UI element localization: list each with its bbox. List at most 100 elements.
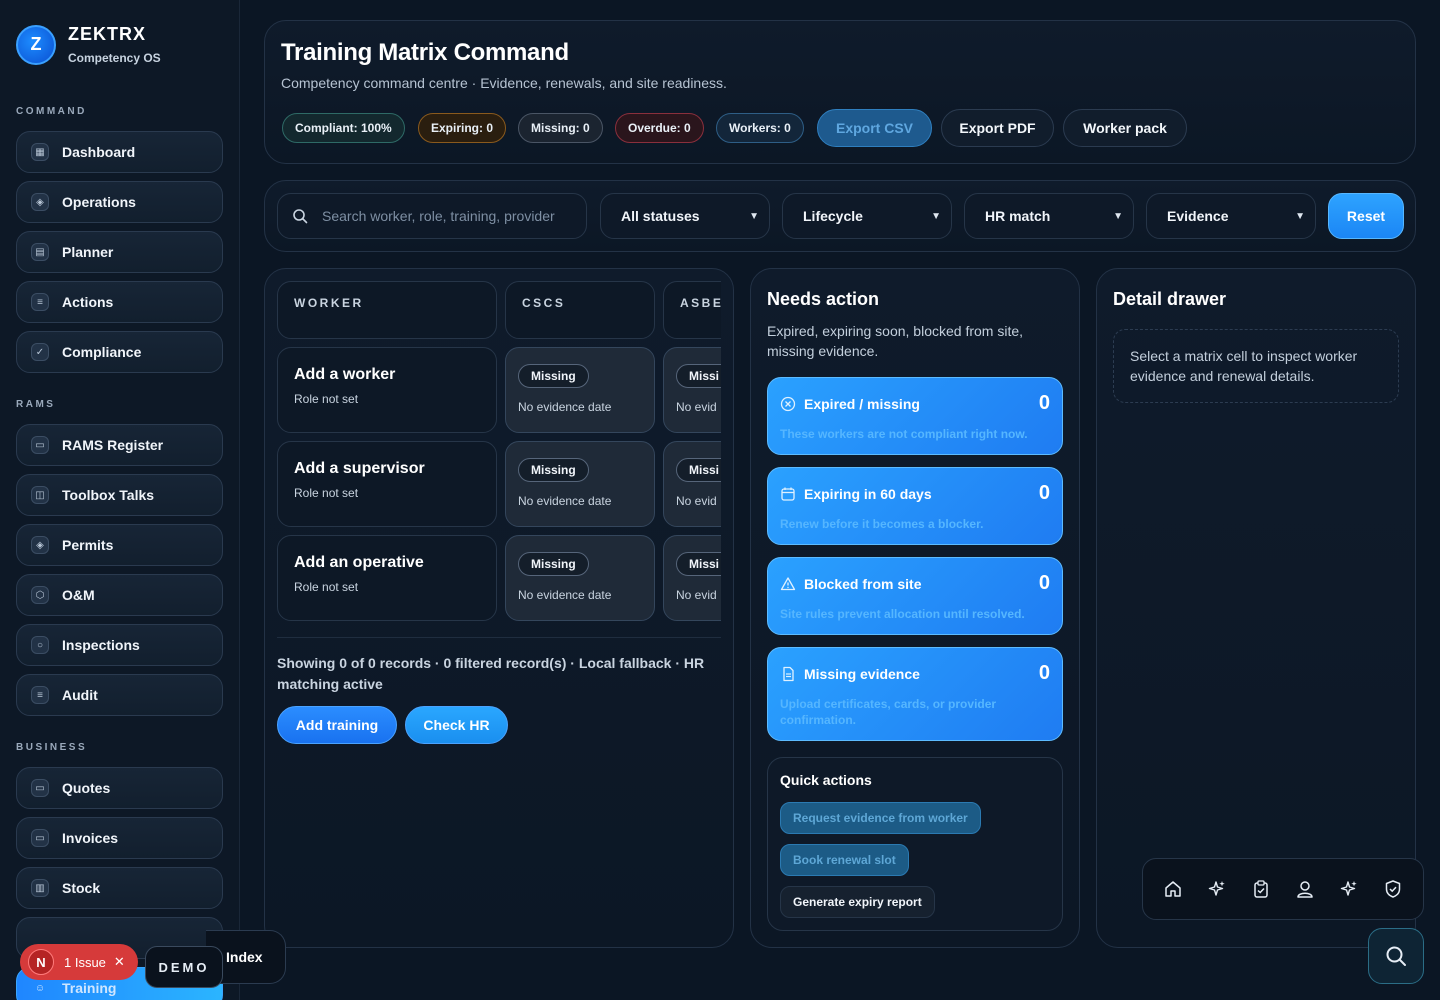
worker-row-cell[interactable]: Add a supervisor Role not set [277, 441, 497, 527]
user-badge-icon[interactable] [1294, 878, 1316, 900]
evidence-select-value: Evidence [1167, 208, 1229, 224]
export-pdf-button[interactable]: Export PDF [941, 109, 1054, 147]
hr-match-select[interactable]: HR match ▼ [964, 193, 1134, 239]
search-input[interactable] [322, 208, 572, 224]
people-icon: ☺ [34, 982, 46, 994]
page-subtitle: Competency command centre · Evidence, re… [281, 75, 727, 91]
sidebar-item-planner[interactable]: ▤ Planner [16, 231, 223, 273]
home-icon[interactable] [1162, 878, 1184, 900]
issue-count: 1 Issue [64, 954, 106, 970]
worker-role: Role not set [294, 580, 359, 594]
chevron-down-icon: ▼ [931, 210, 941, 222]
overdue-chip: Overdue: 0 [615, 113, 704, 143]
compliant-chip: Compliant: 100% [282, 113, 405, 143]
sidebar-item-permits[interactable]: ◈ Permits [16, 524, 223, 566]
status-badge: Missing [518, 364, 589, 388]
close-icon[interactable]: ✕ [114, 954, 125, 970]
alert-description: Site rules prevent allocation until reso… [780, 607, 1025, 621]
brand[interactable]: Z ZEKTRX Competency OS [16, 24, 161, 65]
book-renewal-button[interactable]: Book renewal slot [780, 844, 909, 876]
status-badge: Missi [676, 364, 721, 388]
worker-row-cell[interactable]: Add a worker Role not set [277, 347, 497, 433]
x-circle-icon [780, 396, 796, 412]
sidebar-item-invoices[interactable]: ▭ Invoices [16, 817, 223, 859]
worker-row-cell[interactable]: Add an operative Role not set [277, 535, 497, 621]
generate-expiry-report-button[interactable]: Generate expiry report [780, 886, 935, 918]
sidebar: Z ZEKTRX Competency OS COMMAND ▦ Dashboa… [0, 0, 240, 1000]
sidebar-item-inspections[interactable]: ○ Inspections [16, 624, 223, 666]
shield-check-icon[interactable] [1382, 878, 1404, 900]
lifecycle-select[interactable]: Lifecycle ▼ [782, 193, 952, 239]
sidebar-item-label: Planner [62, 244, 114, 260]
alert-expiring[interactable]: Expiring in 60 days 0 Renew before it be… [767, 467, 1063, 545]
sidebar-item-audit[interactable]: ≡ Audit [16, 674, 223, 716]
sidebar-item-actions[interactable]: ≡ Actions [16, 281, 223, 323]
divider [277, 637, 721, 638]
alert-title: Missing evidence [804, 666, 920, 682]
sidebar-item-label: Audit [62, 687, 98, 703]
quick-actions: Quick actions Request evidence from work… [767, 757, 1063, 931]
evidence-select[interactable]: Evidence ▼ [1146, 193, 1316, 239]
sidebar-item-label: Permits [62, 537, 114, 553]
matrix-status-cell[interactable]: Missi No evid [663, 347, 721, 433]
sidebar-item-rams-register[interactable]: ▭ RAMS Register [16, 424, 223, 466]
sparkle-icon[interactable] [1338, 878, 1360, 900]
sidebar-item-compliance[interactable]: ✓ Compliance [16, 331, 223, 373]
alert-description: Upload certificates, cards, or provider … [780, 697, 997, 727]
brand-subtitle: Competency OS [68, 51, 161, 65]
column-header-asbe[interactable]: ASBE [663, 281, 721, 339]
sidebar-item-toolbox-talks[interactable]: ◫ Toolbox Talks [16, 474, 223, 516]
alert-expired-missing[interactable]: Expired / missing 0 These workers are no… [767, 377, 1063, 455]
expiring-chip: Expiring: 0 [418, 113, 507, 143]
sidebar-item-label: Quotes [62, 780, 111, 796]
alert-title: Blocked from site [804, 576, 922, 592]
status-badge: Missi [676, 458, 721, 482]
brand-logo: Z [16, 24, 56, 65]
issue-indicator[interactable]: N 1 Issue ✕ [20, 944, 138, 980]
sidebar-item-operations[interactable]: ◈ Operations [16, 181, 223, 223]
alert-missing-evidence[interactable]: Missing evidence 0 Upload certificates, … [767, 647, 1063, 741]
search-fab-button[interactable] [1368, 928, 1424, 984]
column-header-worker[interactable]: WORKER [277, 281, 497, 339]
sidebar-item-label: Toolbox Talks [62, 487, 155, 503]
chevron-down-icon: ▼ [1295, 210, 1305, 222]
matrix-status-cell[interactable]: Missing No evidence date [505, 347, 655, 433]
alert-title: Expiring in 60 days [804, 486, 932, 502]
clipboard-check-icon[interactable] [1250, 878, 1272, 900]
evidence-date: No evidence date [518, 494, 612, 508]
search-icon [1386, 946, 1406, 966]
alert-count: 0 [1038, 572, 1050, 594]
add-training-button[interactable]: Add training [277, 706, 397, 744]
sidebar-item-label: RAMS Register [62, 437, 164, 453]
reset-button[interactable]: Reset [1328, 193, 1404, 239]
sidebar-item-stock[interactable]: ▥ Stock [16, 867, 223, 909]
alert-description: Renew before it becomes a blocker. [780, 517, 984, 531]
clipboard-icon: ≡ [31, 686, 49, 704]
alert-blocked[interactable]: Blocked from site 0 Site rules prevent a… [767, 557, 1063, 635]
export-csv-button[interactable]: Export CSV [817, 109, 932, 147]
matrix-status-cell[interactable]: Missing No evidence date [505, 441, 655, 527]
worker-pack-button[interactable]: Worker pack [1063, 109, 1187, 147]
matrix-status-cell[interactable]: Missing No evidence date [505, 535, 655, 621]
page-title: Training Matrix Command [281, 39, 569, 66]
sidebar-item-quotes[interactable]: ▭ Quotes [16, 767, 223, 809]
matrix-status-cell[interactable]: Missi No evid [663, 441, 721, 527]
matrix-status-cell[interactable]: Missi No evid [663, 535, 721, 621]
section-label-rams: RAMS [16, 399, 56, 410]
sparkle-icon[interactable] [1206, 878, 1228, 900]
search-box[interactable] [277, 193, 587, 239]
check-hr-button[interactable]: Check HR [405, 706, 508, 744]
search-icon: ○ [31, 636, 49, 654]
sidebar-item-om[interactable]: ⬡ O&M [16, 574, 223, 616]
lifecycle-select-value: Lifecycle [803, 208, 863, 224]
status-select[interactable]: All statuses ▼ [600, 193, 770, 239]
quick-actions-title: Quick actions [780, 772, 872, 788]
request-evidence-button[interactable]: Request evidence from worker [780, 802, 981, 834]
needs-action-subtitle: Expired, expiring soon, blocked from sit… [767, 323, 1024, 359]
records-summary: Showing 0 of 0 records · 0 filtered reco… [277, 655, 705, 692]
column-header-cscs[interactable]: CSCS [505, 281, 655, 339]
sidebar-item-dashboard[interactable]: ▦ Dashboard [16, 131, 223, 173]
filter-bar: All statuses ▼ Lifecycle ▼ HR match ▼ Ev… [264, 180, 1416, 252]
warning-icon [780, 577, 796, 591]
shield-icon: ◈ [31, 536, 49, 554]
